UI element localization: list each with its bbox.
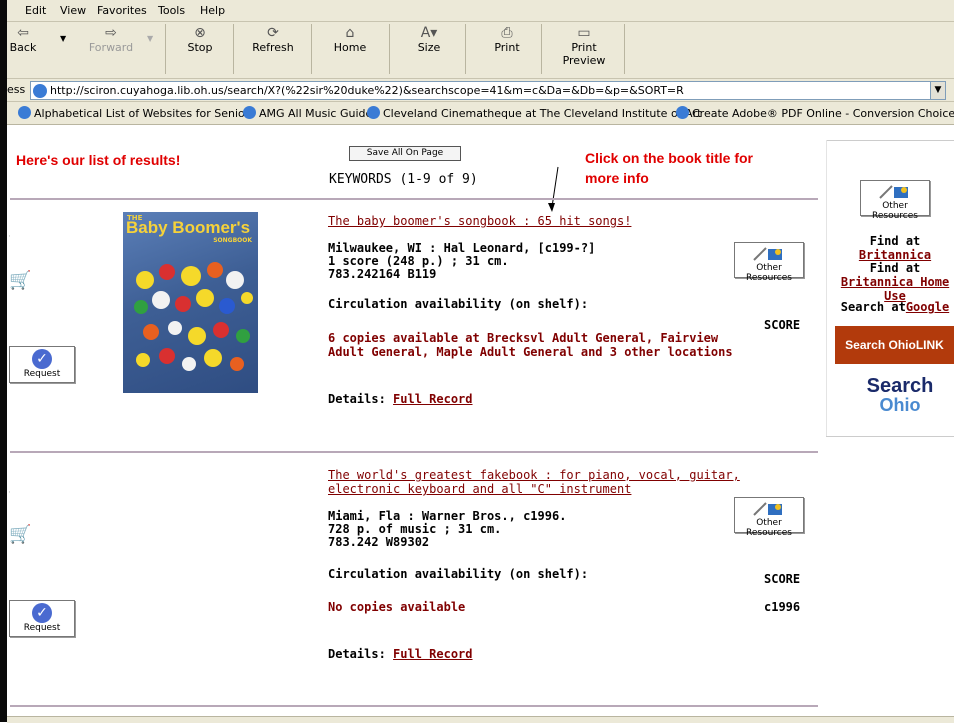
printer-icon: ⎙ — [501, 25, 513, 41]
checkmark-icon: ✓ — [32, 349, 52, 369]
menu-edit[interactable]: Edit — [25, 4, 46, 17]
annotation-arrow-icon — [548, 166, 559, 212]
home-icon: ⌂ — [345, 25, 355, 41]
menu-favorites[interactable]: Favorites — [97, 4, 147, 17]
cart-icon[interactable]: 🛒 — [9, 270, 31, 291]
link-adobe-pdf[interactable]: Create Adobe® PDF Online - Conversion Ch… — [676, 106, 954, 120]
address-dropdown-icon[interactable]: ▼ — [930, 82, 945, 99]
result-circulation-label: Circulation availability (on shelf): — [328, 297, 589, 311]
other-resources-button[interactable]: Other Resources — [734, 242, 804, 283]
result-availability: 6 copies available at Brecksvl Adult Gen… — [328, 331, 733, 359]
search-ohio-logo[interactable]: Search Ohio — [860, 376, 940, 414]
menu-help[interactable]: Help — [200, 4, 225, 17]
annotation-click-title-1: Click on the book title for — [585, 150, 754, 166]
find-britannica: Find at Britannica — [858, 234, 932, 262]
back-arrow-icon: ⇦ — [17, 25, 29, 41]
result-publication: Miami, Fla : Warner Bros., c1996. 728 p.… — [328, 509, 567, 549]
resources-icon — [753, 502, 782, 516]
britannica-home-link[interactable]: Britannica Home Use — [841, 275, 949, 303]
result-divider — [10, 705, 818, 707]
request-button[interactable]: ✓ Request — [9, 600, 75, 637]
find-britannica-home: Find at Britannica Home Use — [840, 261, 950, 303]
result-details: Details: Full Record — [328, 647, 473, 661]
result-title-link[interactable]: The baby boomer's songbook : 65 hit song… — [328, 214, 631, 228]
request-button[interactable]: ✓ Request — [9, 346, 75, 383]
annotation-click-title-2: more info — [585, 170, 649, 186]
result-availability: No copies available — [328, 600, 466, 614]
forward-button[interactable]: ⇨ Forward — [86, 25, 136, 54]
result-circulation-label: Circulation availability (on shelf): — [328, 567, 589, 581]
book-cover-image[interactable]: THE Baby Boomer's SONGBOOK — [123, 212, 258, 393]
result-format: SCORE — [764, 572, 801, 586]
toolbar-separator — [541, 24, 542, 74]
refresh-icon: ⟳ — [267, 25, 279, 41]
forward-dropdown-icon[interactable]: ▼ — [147, 34, 153, 43]
buttons-pins-icon — [134, 262, 253, 371]
toolbar-separator — [165, 24, 166, 74]
address-input[interactable]: http://sciron.cuyahoga.lib.oh.us/search/… — [30, 81, 946, 100]
google-link[interactable]: Google — [906, 300, 949, 314]
window-left-border — [0, 0, 7, 722]
other-resources-button[interactable]: Other Resources — [734, 497, 804, 538]
checkmark-icon: ✓ — [32, 603, 52, 623]
font-size-icon: A▾ — [420, 25, 438, 41]
refresh-button[interactable]: ⟳ Refresh — [248, 25, 298, 54]
search-ohiolink-button[interactable]: Search OhioLINK — [835, 326, 954, 364]
result-format: SCORE — [764, 318, 801, 332]
back-dropdown-icon[interactable]: ▼ — [60, 34, 66, 43]
toolbar — [7, 22, 954, 79]
link-cleveland-cinematheque[interactable]: Cleveland Cinematheque at The Cleveland … — [367, 106, 701, 120]
ie-page-icon — [243, 106, 256, 119]
link-amg-music-guide[interactable]: AMG All Music Guide — [243, 106, 372, 120]
toolbar-separator — [233, 24, 234, 74]
print-preview-button[interactable]: ▭ Print Preview — [549, 25, 619, 67]
toolbar-separator — [624, 24, 625, 74]
result-divider — [10, 198, 818, 200]
result-details: Details: Full Record — [328, 392, 473, 406]
result-publication: Milwaukee, WI : Hal Leonard, [c199-?] 1 … — [328, 241, 596, 281]
result-divider — [10, 451, 818, 453]
back-button[interactable]: ⇦ Back — [8, 25, 38, 54]
sidebar-top-divider — [826, 140, 954, 141]
result-title-link[interactable]: The world's greatest fakebook : for pian… — [328, 468, 740, 496]
size-button[interactable]: A▾ Size — [405, 25, 453, 54]
cart-icon[interactable]: 🛒 — [9, 524, 31, 545]
save-all-button[interactable]: Save All On Page — [349, 146, 461, 161]
ie-page-icon — [367, 106, 380, 119]
britannica-link[interactable]: Britannica — [859, 248, 931, 262]
toolbar-separator — [311, 24, 312, 74]
toolbar-separator — [465, 24, 466, 74]
print-preview-icon: ▭ — [577, 25, 591, 41]
full-record-link[interactable]: Full Record — [393, 392, 472, 406]
address-label: ess — [7, 83, 26, 96]
resources-icon — [753, 247, 782, 261]
full-record-link[interactable]: Full Record — [393, 647, 472, 661]
menu-bar: Edit View Favorites Tools Help — [7, 0, 954, 22]
link-websites-seniors[interactable]: Alphabetical List of Websites for Senior… — [18, 106, 255, 120]
menu-tools[interactable]: Tools — [158, 4, 185, 17]
ie-page-icon — [33, 84, 47, 98]
sidebar-bottom-divider — [826, 436, 954, 437]
ie-page-icon — [18, 106, 31, 119]
ie-page-icon — [676, 106, 689, 119]
keywords-heading: KEYWORDS (1-9 of 9) — [329, 172, 478, 187]
menu-view[interactable]: View — [60, 4, 86, 17]
result-marker: · — [8, 488, 11, 498]
stop-icon: ⊗ — [194, 25, 206, 41]
result-date: c1996 — [764, 600, 801, 614]
toolbar-separator — [389, 24, 390, 74]
print-button[interactable]: ⎙ Print — [484, 25, 530, 54]
stop-button[interactable]: ⊗ Stop — [180, 25, 220, 54]
search-google: Search atGoogle — [840, 300, 950, 314]
other-resources-button[interactable]: Other Resources — [860, 180, 930, 221]
resources-icon — [879, 185, 908, 199]
annotation-results: Here's our list of results! — [16, 152, 181, 168]
forward-arrow-icon: ⇨ — [105, 25, 117, 41]
result-marker: · — [8, 232, 11, 242]
sidebar-left-divider — [826, 140, 827, 436]
home-button[interactable]: ⌂ Home — [325, 25, 375, 54]
